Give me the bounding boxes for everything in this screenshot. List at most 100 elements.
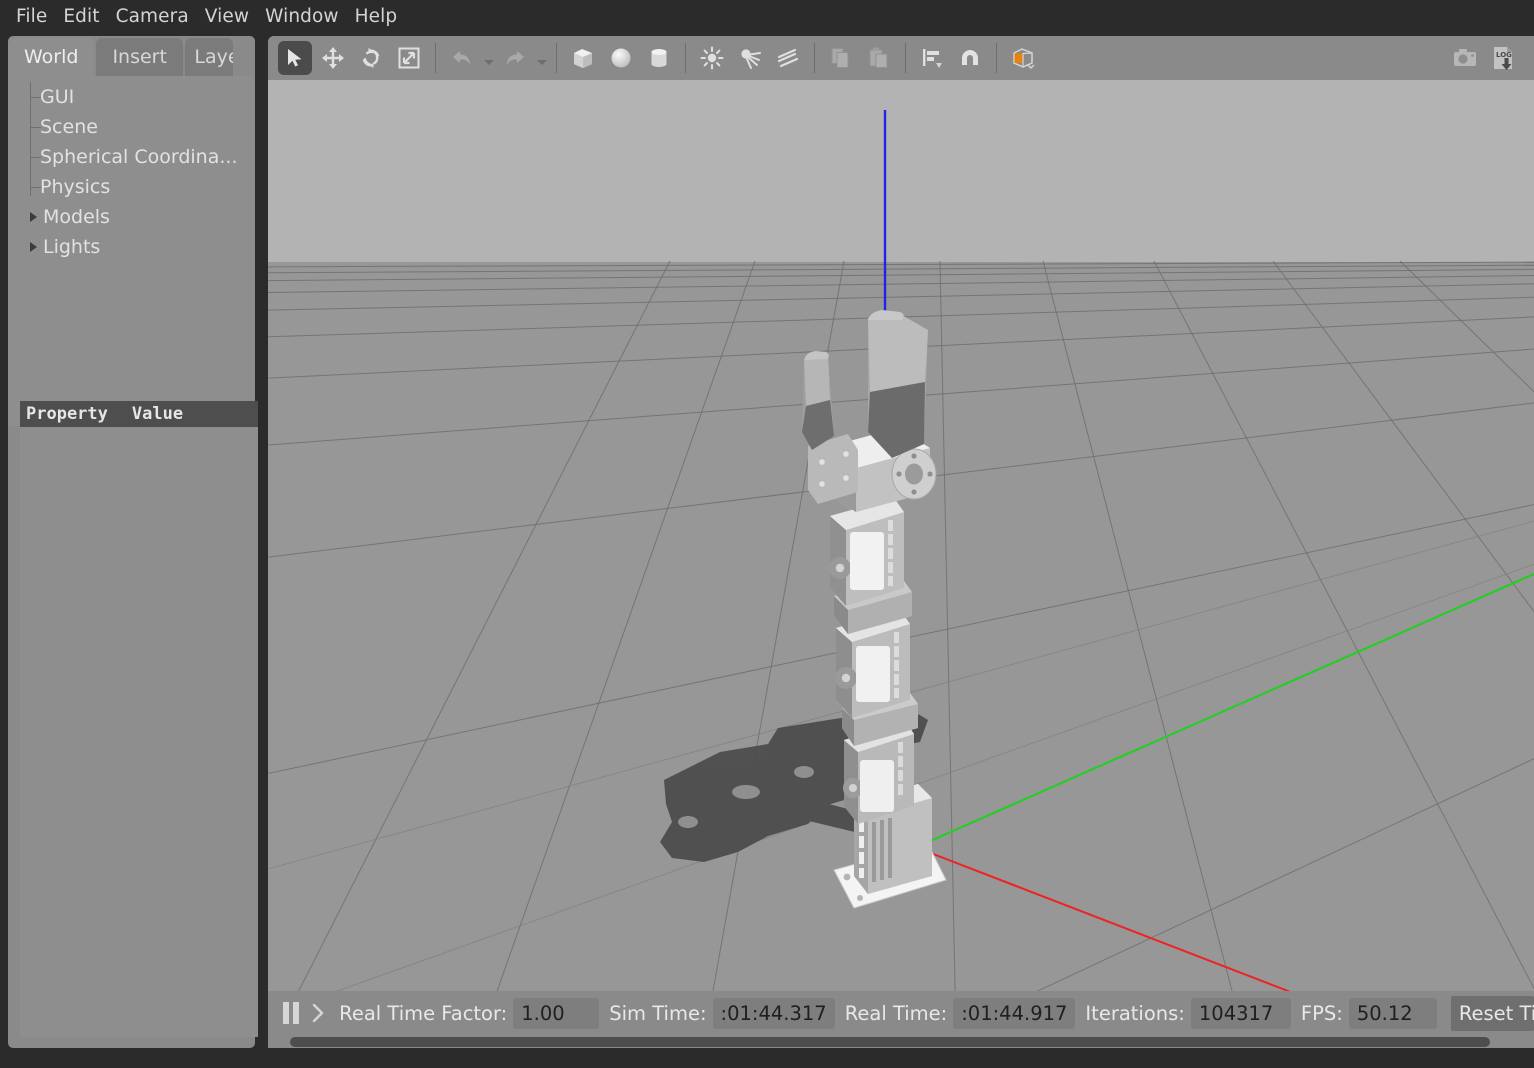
paste-button[interactable] bbox=[862, 41, 896, 75]
menu-bar: File Edit Camera View Window Help bbox=[0, 0, 1534, 33]
insert-sphere-button[interactable] bbox=[604, 41, 638, 75]
chevron-down-icon bbox=[483, 60, 494, 65]
real-time-value: :01:44.917 bbox=[953, 997, 1076, 1029]
copy-icon bbox=[831, 48, 849, 68]
sphere-icon bbox=[611, 48, 631, 68]
redo-history-dropdown[interactable] bbox=[534, 41, 549, 75]
chevron-right-icon[interactable] bbox=[30, 212, 37, 222]
translate-mode-button[interactable] bbox=[316, 41, 350, 75]
camera-icon bbox=[1454, 49, 1476, 66]
scale-mode-button[interactable] bbox=[392, 41, 426, 75]
left-panel-tabbar: World Insert Laye bbox=[8, 36, 255, 76]
tree-item-lights[interactable]: Lights bbox=[8, 232, 255, 262]
copy-button[interactable] bbox=[824, 41, 858, 75]
tree-item-label: Models bbox=[43, 206, 110, 228]
toolbar-separator bbox=[435, 43, 436, 73]
log-record-button[interactable]: LOG bbox=[1486, 41, 1520, 75]
move-arrows-icon bbox=[322, 47, 344, 69]
status-bar: Real Time Factor: 1.00 Sim Time: :01:44.… bbox=[268, 991, 1534, 1035]
tab-world[interactable]: World bbox=[8, 38, 95, 76]
box-icon bbox=[574, 49, 592, 68]
insert-directional-light-button[interactable] bbox=[771, 41, 805, 75]
magnet-icon bbox=[962, 50, 978, 65]
undo-history-dropdown[interactable] bbox=[481, 41, 496, 75]
toolbar-separator bbox=[556, 43, 557, 73]
tree-item-gui[interactable]: GUI bbox=[8, 82, 255, 112]
menu-help[interactable]: Help bbox=[347, 4, 406, 29]
menu-view[interactable]: View bbox=[197, 4, 257, 29]
menu-edit[interactable]: Edit bbox=[55, 4, 107, 29]
pause-icon bbox=[293, 1002, 300, 1024]
rotate-mode-button[interactable] bbox=[354, 41, 388, 75]
iterations-value: 104317 bbox=[1190, 997, 1291, 1029]
undo-arrow-icon bbox=[453, 51, 470, 65]
wireframe-cube-icon bbox=[1013, 48, 1035, 69]
tree-branch-icon bbox=[30, 186, 41, 188]
align-icon bbox=[923, 49, 942, 68]
property-table-header: Property Value bbox=[20, 401, 258, 427]
align-button[interactable] bbox=[915, 41, 949, 75]
tree-branch-icon bbox=[30, 126, 41, 128]
toolbar-separator bbox=[905, 43, 906, 73]
robot-arm-model[interactable] bbox=[268, 80, 1534, 1035]
redo-button[interactable] bbox=[498, 41, 532, 75]
tab-layers[interactable]: Laye bbox=[184, 38, 233, 76]
menu-file[interactable]: File bbox=[8, 4, 55, 29]
tab-insert[interactable]: Insert bbox=[96, 38, 183, 76]
toolbar-separator bbox=[685, 43, 686, 73]
sim-time-label: Sim Time: bbox=[609, 1001, 707, 1025]
horizontal-scrollbar-thumb[interactable] bbox=[290, 1037, 1490, 1047]
tree-item-models[interactable]: Models bbox=[8, 202, 255, 232]
pause-button[interactable] bbox=[280, 998, 303, 1028]
svg-text:LOG: LOG bbox=[1496, 51, 1512, 59]
insert-spot-light-button[interactable] bbox=[733, 41, 767, 75]
undo-button[interactable] bbox=[445, 41, 479, 75]
insert-cylinder-button[interactable] bbox=[642, 41, 676, 75]
log-download-icon: LOG bbox=[1494, 47, 1512, 70]
tree-branch-icon bbox=[30, 156, 41, 158]
tree-branch-icon bbox=[30, 96, 41, 98]
insert-box-button[interactable] bbox=[566, 41, 600, 75]
chevron-right-icon[interactable] bbox=[30, 242, 37, 252]
world-tree: GUI Scene Spherical Coordina... Physics … bbox=[8, 76, 255, 426]
redo-arrow-icon bbox=[507, 51, 524, 65]
fps-label: FPS: bbox=[1300, 1001, 1343, 1025]
iterations-label: Iterations: bbox=[1085, 1001, 1185, 1025]
tree-item-physics[interactable]: Physics bbox=[8, 172, 255, 202]
column-header-property: Property bbox=[26, 404, 108, 424]
step-forward-button[interactable] bbox=[307, 998, 330, 1028]
select-mode-button[interactable] bbox=[278, 41, 312, 75]
toolbar-separator bbox=[996, 43, 997, 73]
left-panel: World Insert Laye GUI Scene Spherical Co… bbox=[8, 36, 258, 1048]
tree-item-scene[interactable]: Scene bbox=[8, 112, 255, 142]
tree-item-label: Physics bbox=[40, 176, 111, 198]
property-table-body bbox=[20, 427, 258, 1037]
menu-camera[interactable]: Camera bbox=[108, 4, 197, 29]
3d-viewport[interactable] bbox=[268, 80, 1534, 1035]
snap-button[interactable] bbox=[953, 41, 987, 75]
screenshot-button[interactable] bbox=[1448, 41, 1482, 75]
cylinder-icon bbox=[651, 49, 667, 67]
scale-icon bbox=[398, 47, 420, 69]
tree-item-label: GUI bbox=[40, 86, 75, 108]
tree-item-label: Lights bbox=[43, 236, 101, 258]
tree-item-spherical-coordinates[interactable]: Spherical Coordina... bbox=[8, 142, 255, 172]
step-forward-icon bbox=[312, 1003, 324, 1023]
sim-time-value: :01:44.317 bbox=[712, 997, 835, 1029]
reset-time-button[interactable]: Reset Ti bbox=[1450, 995, 1534, 1031]
chevron-down-icon bbox=[536, 60, 547, 65]
fps-value: 50.12 bbox=[1348, 997, 1437, 1029]
paste-icon bbox=[869, 47, 888, 68]
render-toolbar: LOG bbox=[268, 36, 1534, 80]
column-header-value: Value bbox=[131, 404, 184, 424]
real-time-label: Real Time: bbox=[844, 1001, 948, 1025]
tree-item-label: Spherical Coordina... bbox=[40, 146, 238, 168]
y-axis-line bbox=[927, 573, 1534, 843]
rotate-icon bbox=[362, 48, 380, 68]
menu-window[interactable]: Window bbox=[257, 4, 347, 29]
view-transparency-button[interactable] bbox=[1006, 41, 1040, 75]
spot-light-icon bbox=[741, 49, 761, 69]
insert-point-light-button[interactable] bbox=[695, 41, 729, 75]
main-area: LOG Real Time Factor: 1.00 Sim Time::01… bbox=[268, 36, 1534, 1048]
horizontal-scrollbar-track[interactable] bbox=[268, 1035, 1534, 1048]
